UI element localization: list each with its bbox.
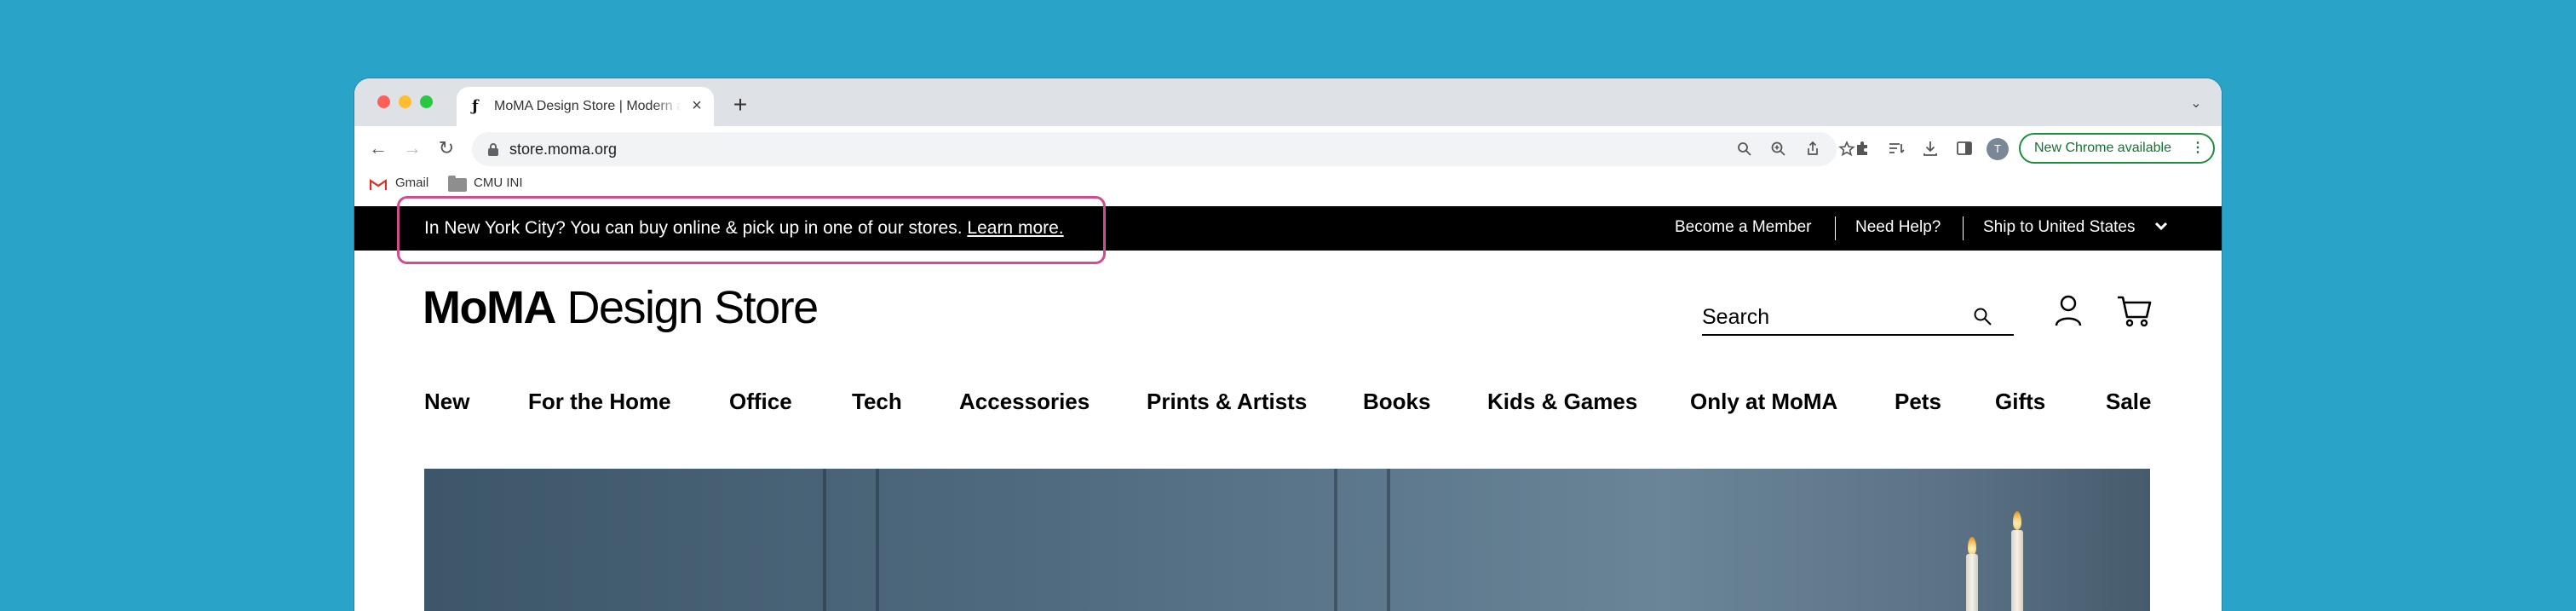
search-placeholder: Search	[1702, 305, 1770, 329]
hero-decoration	[1334, 469, 1337, 611]
reload-button[interactable]: ↻	[434, 136, 458, 160]
close-window-button[interactable]	[377, 95, 390, 108]
url-text[interactable]: store.moma.org	[509, 141, 617, 159]
nav-kids-games[interactable]: Kids & Games	[1487, 389, 1637, 415]
cart-icon[interactable]	[2114, 290, 2155, 331]
download-icon[interactable]	[1918, 136, 1942, 160]
nav-gifts[interactable]: Gifts	[1995, 389, 2045, 415]
hero-decoration	[823, 469, 826, 611]
new-tab-button[interactable]: +	[727, 92, 753, 118]
maximize-window-button[interactable]	[420, 95, 433, 108]
promo-highlight-box	[397, 196, 1106, 264]
search-input[interactable]: Search	[1702, 298, 2014, 336]
hero-image[interactable]	[424, 469, 2150, 611]
back-button[interactable]: ←	[366, 136, 390, 160]
candle-flame	[1968, 537, 1976, 556]
page-content: In New York City? You can buy online & p…	[354, 196, 2222, 611]
profile-avatar[interactable]: T	[1987, 138, 2009, 160]
need-help-link[interactable]: Need Help?	[1855, 218, 1941, 237]
candle	[1966, 554, 1978, 611]
reading-list-icon[interactable]	[1884, 136, 1908, 160]
nav-pets[interactable]: Pets	[1895, 389, 1941, 415]
lock-icon	[488, 143, 498, 156]
tab-title: MoMA Design Store | Modern and Contempor…	[494, 99, 681, 113]
hero-decoration	[876, 469, 879, 611]
tab-strip: ƒ MoMA Design Store | Modern and Contemp…	[354, 78, 2222, 126]
account-icon[interactable]	[2050, 291, 2087, 329]
gmail-icon	[370, 179, 387, 190]
tab-search-chevron-icon[interactable]: ⌄	[2186, 94, 2206, 114]
bookmark-gmail[interactable]: Gmail	[395, 176, 428, 190]
browser-toolbar: ← → ↻ store.moma.org T New Chrome availa…	[354, 126, 2222, 170]
tab-close-icon[interactable]: ×	[687, 95, 707, 116]
become-member-link[interactable]: Become a Member	[1675, 218, 1812, 237]
nav-books[interactable]: Books	[1363, 389, 1430, 415]
minimize-window-button[interactable]	[399, 95, 411, 108]
nav-tech[interactable]: Tech	[852, 389, 902, 415]
logo-design-store: Design Store	[566, 282, 819, 333]
address-bar[interactable]: store.moma.org	[472, 132, 1855, 166]
nav-new[interactable]: New	[424, 389, 469, 415]
chevron-down-icon[interactable]	[2152, 216, 2171, 235]
search-icon[interactable]	[1971, 305, 1995, 329]
divider	[1963, 216, 1964, 240]
side-panel-icon[interactable]	[1952, 136, 1976, 160]
nav-prints-artists[interactable]: Prints & Artists	[1147, 389, 1307, 415]
nav-sale[interactable]: Sale	[2106, 389, 2152, 415]
moma-favicon-icon: ƒ	[472, 97, 479, 115]
ship-to-link[interactable]: Ship to United States	[1983, 218, 2136, 237]
divider	[1835, 216, 1836, 240]
nav-for-the-home[interactable]: For the Home	[528, 389, 671, 415]
zoom-icon[interactable]	[1768, 139, 1789, 159]
update-label: New Chrome available	[2034, 141, 2171, 155]
candle-flame	[2013, 511, 2021, 530]
new-chrome-available-button[interactable]: New Chrome available ⋮	[2019, 133, 2215, 164]
nav-only-at-moma[interactable]: Only at MoMA	[1690, 389, 1837, 415]
search-icon[interactable]	[1734, 139, 1755, 159]
hero-decoration	[1387, 469, 1390, 611]
candle	[2011, 530, 2023, 611]
nav-accessories[interactable]: Accessories	[959, 389, 1090, 415]
logo-moma: MoMA	[423, 282, 556, 333]
folder-icon	[448, 176, 467, 192]
moma-design-store-logo[interactable]: MoMA Design Store	[423, 281, 819, 334]
bookmark-cmu-ini[interactable]: CMU INI	[474, 176, 523, 190]
forward-button[interactable]: →	[400, 136, 424, 160]
browser-window: ƒ MoMA Design Store | Modern and Contemp…	[354, 78, 2222, 611]
bookmarks-bar: Gmail CMU INI	[354, 170, 2222, 198]
nav-office[interactable]: Office	[729, 389, 792, 415]
active-tab[interactable]: ƒ MoMA Design Store | Modern and Contemp…	[457, 87, 714, 126]
share-icon[interactable]	[1803, 139, 1823, 159]
more-menu-icon[interactable]: ⋮	[2191, 135, 2205, 162]
extensions-icon[interactable]	[1850, 136, 1874, 160]
